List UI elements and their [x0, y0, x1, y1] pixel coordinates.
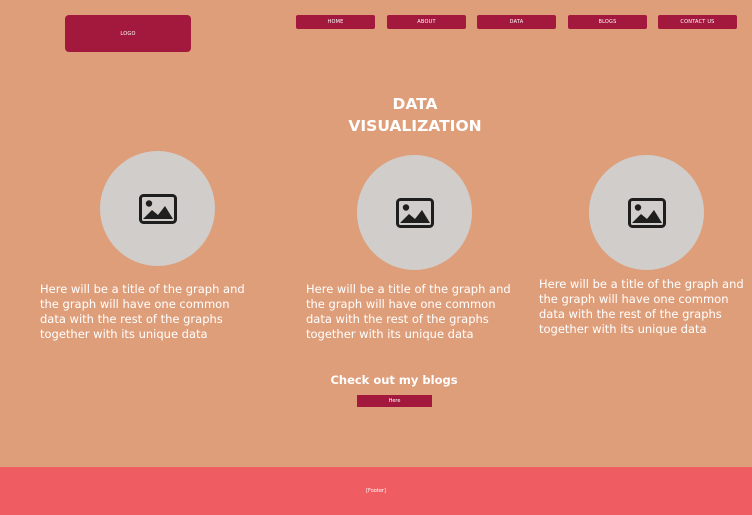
nav-contact-us-button[interactable]: CONTACT US — [658, 15, 737, 29]
graph-description: Here will be a title of the graph and th… — [539, 277, 744, 336]
nav-data-button[interactable]: DATA — [477, 15, 556, 29]
page-title-line2: VISUALIZATION — [348, 117, 482, 135]
image-placeholder-icon — [138, 193, 177, 224]
footer: [Footer] — [0, 467, 752, 515]
graph-image-placeholder — [589, 155, 704, 270]
page-title-line1: DATA — [392, 95, 438, 113]
nav-blogs-button[interactable]: BLOGS — [568, 15, 647, 29]
logo[interactable]: LOGO — [65, 15, 191, 52]
graph-description: Here will be a title of the graph and th… — [306, 282, 511, 341]
graph-description: Here will be a title of the graph and th… — [40, 282, 245, 341]
image-placeholder-icon — [627, 197, 666, 228]
image-placeholder-icon — [395, 197, 434, 228]
page-title: DATA VISUALIZATION — [315, 93, 515, 137]
graph-image-placeholder — [100, 151, 215, 266]
nav-about-button[interactable]: ABOUT — [387, 15, 466, 29]
footer-text: [Footer] — [366, 488, 386, 494]
blogs-heading: Check out my blogs — [330, 373, 458, 387]
top-nav: HOME ABOUT DATA BLOGS CONTACT US — [296, 15, 738, 29]
graph-image-placeholder — [357, 155, 472, 270]
blogs-here-button[interactable]: Here — [357, 395, 432, 407]
nav-home-button[interactable]: HOME — [296, 15, 375, 29]
